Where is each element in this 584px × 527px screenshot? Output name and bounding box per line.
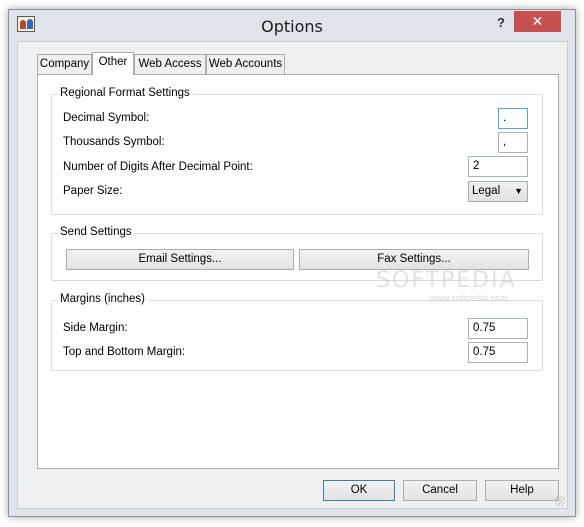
- tab-panel-other: Regional Format Settings Decimal Symbol:…: [37, 74, 559, 469]
- paper-size-select[interactable]: Legal ▼: [468, 181, 528, 202]
- tab-other[interactable]: Other: [92, 52, 134, 75]
- side-margin-field[interactable]: 0.75: [468, 318, 528, 339]
- dialog-client-area: Company Other Web Access Web Accounts Re…: [17, 41, 568, 509]
- thousands-symbol-label: Thousands Symbol:: [63, 136, 165, 148]
- top-bottom-margin-label: Top and Bottom Margin:: [63, 346, 186, 358]
- decimal-symbol-label: Decimal Symbol:: [63, 112, 150, 124]
- thousands-symbol-field[interactable]: ,: [498, 132, 528, 153]
- title-bar: Options ? ✕: [9, 10, 575, 42]
- decimal-symbol-field[interactable]: .: [498, 108, 528, 129]
- send-settings-group: Send Settings Email Settings... Fax Sett…: [51, 226, 543, 281]
- ok-button[interactable]: OK: [323, 480, 395, 501]
- tab-company[interactable]: Company: [37, 54, 92, 74]
- close-button[interactable]: ✕: [514, 11, 561, 32]
- margins-group: Margins (inches) Side Margin: 0.75 Top a…: [51, 293, 543, 371]
- resize-grip-icon[interactable]: [555, 496, 565, 506]
- cancel-button[interactable]: Cancel: [403, 480, 477, 501]
- tab-web-access[interactable]: Web Access: [134, 54, 206, 74]
- decimal-digits-field[interactable]: 2: [468, 156, 528, 177]
- send-settings-title: Send Settings: [57, 226, 135, 238]
- top-bottom-margin-field[interactable]: 0.75: [468, 342, 528, 363]
- side-margin-label: Side Margin:: [63, 322, 128, 334]
- regional-format-group: Regional Format Settings Decimal Symbol:…: [51, 87, 543, 215]
- paper-size-label: Paper Size:: [63, 185, 123, 197]
- email-settings-button[interactable]: Email Settings...: [66, 249, 294, 270]
- tab-web-accounts[interactable]: Web Accounts: [206, 54, 285, 74]
- decimal-digits-label: Number of Digits After Decimal Point:: [63, 161, 253, 173]
- chevron-down-icon: ▼: [514, 186, 523, 196]
- paper-size-value: Legal: [472, 185, 501, 197]
- fax-settings-button[interactable]: Fax Settings...: [299, 249, 529, 270]
- help-title-button[interactable]: ?: [491, 12, 511, 34]
- regional-format-title: Regional Format Settings: [57, 87, 193, 99]
- options-dialog: Options ? ✕ Company Other Web Access Web…: [8, 9, 576, 517]
- help-button[interactable]: Help: [485, 480, 559, 501]
- close-icon: ✕: [531, 13, 544, 29]
- margins-title: Margins (inches): [57, 293, 148, 305]
